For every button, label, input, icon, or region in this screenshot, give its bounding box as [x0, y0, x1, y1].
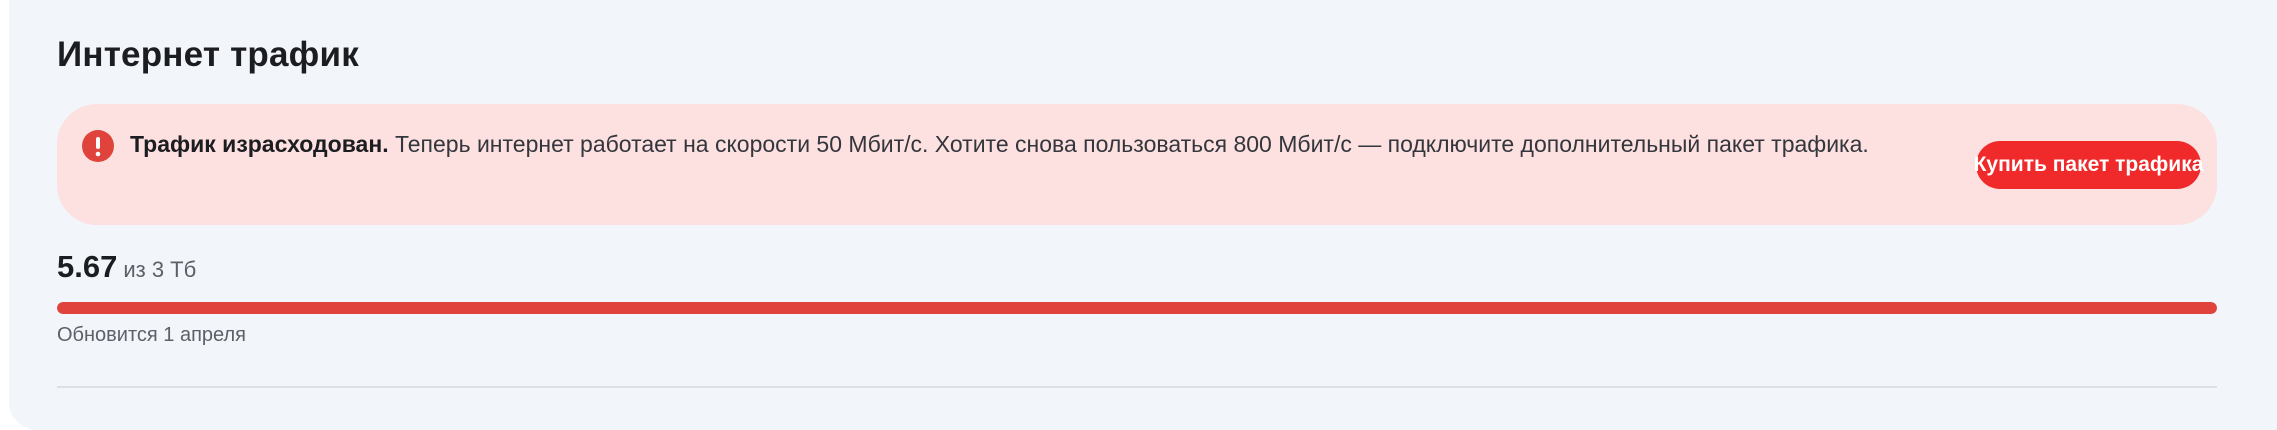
section-title: Интернет трафик	[57, 35, 359, 74]
usage-progress-bar	[57, 302, 2217, 314]
traffic-exhausted-alert: Трафик израсходован. Теперь интернет раб…	[57, 104, 2217, 225]
alert-body-text: Теперь интернет работает на скорости 50 …	[388, 131, 1869, 157]
internet-traffic-card: Интернет трафик Трафик израсходован. Теп…	[9, 0, 2277, 430]
renew-date: Обновится 1 апреля	[57, 324, 247, 346]
divider	[57, 386, 2217, 388]
buy-traffic-package-button[interactable]: Купить пакет трафика	[1974, 141, 2203, 189]
alert-bold-text: Трафик израсходован.	[130, 131, 389, 157]
exclamation-icon	[82, 130, 114, 162]
usage-progress-fill	[57, 302, 2217, 314]
usage-value: 5.67	[57, 249, 118, 284]
usage-total: из 3 Тб	[123, 257, 197, 282]
usage-summary: 5.67 из 3 Тб	[57, 247, 196, 293]
alert-message: Трафик израсходован. Теперь интернет раб…	[130, 126, 1900, 162]
